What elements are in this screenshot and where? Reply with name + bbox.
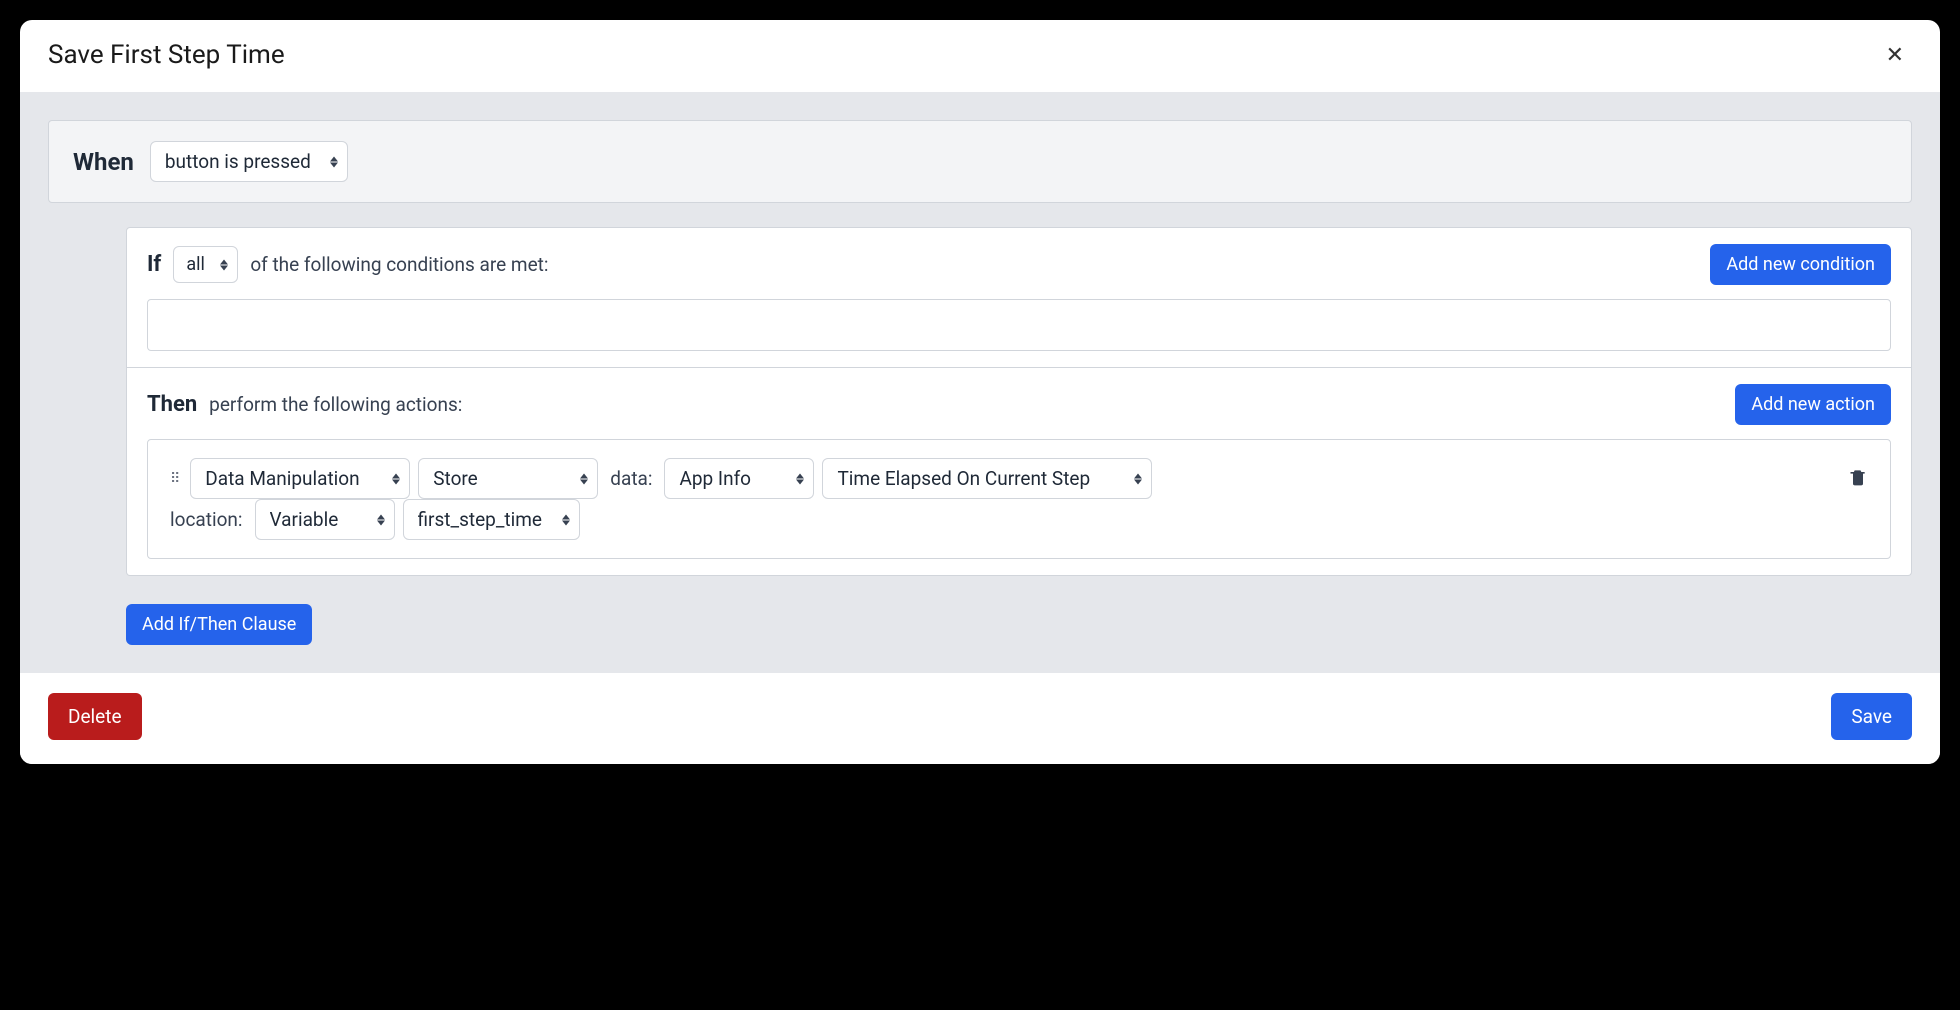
when-trigger-select[interactable]: button is pressed <box>150 141 348 182</box>
conditions-box <box>147 299 1891 351</box>
data-label: data: <box>606 467 656 490</box>
if-quantifier-wrapper: all <box>173 246 238 283</box>
when-label: When <box>73 148 134 176</box>
modal-footer: Delete Save <box>20 673 1940 764</box>
data-field-wrapper: Time Elapsed On Current Step <box>822 458 1152 499</box>
action-row-1-left: ⠿ Data Manipulation Store <box>166 458 1152 499</box>
data-field-select[interactable]: Time Elapsed On Current Step <box>822 458 1152 499</box>
then-header: Then perform the following actions: Add … <box>147 384 1891 425</box>
data-source-wrapper: App Info <box>664 458 814 499</box>
data-source-select[interactable]: App Info <box>664 458 814 499</box>
modal-title: Save First Step Time <box>48 40 285 70</box>
location-value-select[interactable]: first_step_time <box>403 499 580 540</box>
location-type-wrapper: Variable <box>255 499 395 540</box>
if-header-left: If all of the following conditions are m… <box>147 246 548 283</box>
action-category-select[interactable]: Data Manipulation <box>190 458 410 499</box>
modal-header: Save First Step Time ✕ <box>20 20 1940 82</box>
modal-body: When button is pressed If all <box>20 92 1940 673</box>
action-row-1: ⠿ Data Manipulation Store <box>166 458 1872 499</box>
add-clause-row: Add If/Then Clause <box>126 604 1912 645</box>
trash-icon <box>1848 466 1868 488</box>
if-label: If <box>147 252 161 277</box>
then-suffix-text: perform the following actions: <box>209 393 462 416</box>
location-type-select[interactable]: Variable <box>255 499 395 540</box>
when-trigger-select-wrapper: button is pressed <box>150 141 348 182</box>
if-then-clause: If all of the following conditions are m… <box>126 227 1912 645</box>
close-button[interactable]: ✕ <box>1878 38 1912 72</box>
drag-handle-icon[interactable]: ⠿ <box>166 471 182 487</box>
if-section: If all of the following conditions are m… <box>126 227 1912 368</box>
if-header: If all of the following conditions are m… <box>147 244 1891 285</box>
save-button[interactable]: Save <box>1831 693 1912 740</box>
delete-action-button[interactable] <box>1844 462 1872 495</box>
location-value-wrapper: first_step_time <box>403 499 580 540</box>
when-section: When button is pressed <box>48 120 1912 203</box>
add-if-then-clause-button[interactable]: Add If/Then Clause <box>126 604 312 645</box>
action-category-wrapper: Data Manipulation <box>190 458 410 499</box>
if-suffix-text: of the following conditions are met: <box>250 253 548 276</box>
action-operation-select[interactable]: Store <box>418 458 598 499</box>
if-quantifier-select[interactable]: all <box>173 246 238 283</box>
then-section: Then perform the following actions: Add … <box>126 368 1912 576</box>
add-action-button[interactable]: Add new action <box>1735 384 1891 425</box>
add-condition-button[interactable]: Add new condition <box>1710 244 1891 285</box>
location-label: location: <box>166 508 247 531</box>
then-label: Then <box>147 392 197 417</box>
actions-box: ⠿ Data Manipulation Store <box>147 439 1891 559</box>
close-icon: ✕ <box>1886 42 1904 67</box>
delete-button[interactable]: Delete <box>48 693 142 740</box>
action-row-2: location: Variable first_step_time <box>166 499 1872 540</box>
then-header-left: Then perform the following actions: <box>147 392 462 417</box>
trigger-editor-modal: Save First Step Time ✕ When button is pr… <box>20 20 1940 764</box>
action-operation-wrapper: Store <box>418 458 598 499</box>
